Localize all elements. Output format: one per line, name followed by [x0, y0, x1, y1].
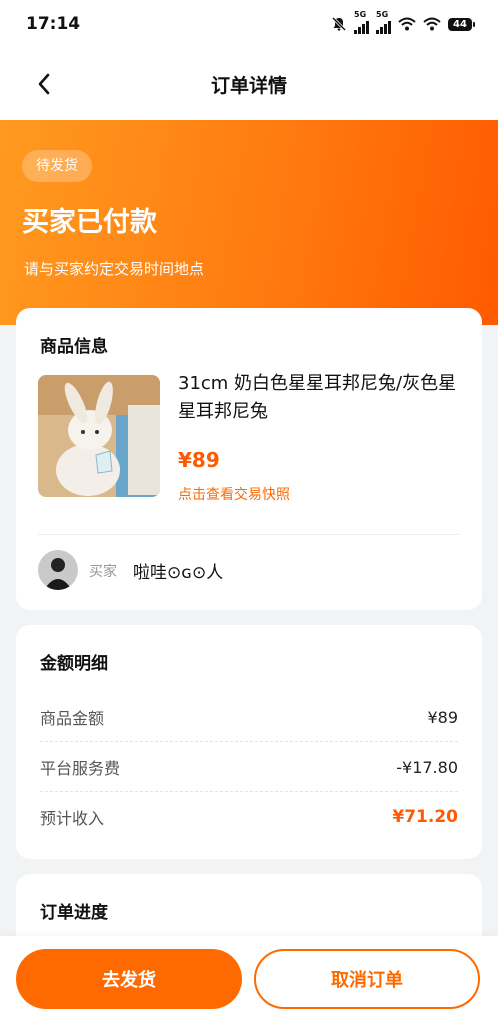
- status-subtitle: 请与买家约定交易时间地点: [24, 260, 205, 278]
- avatar[interactable]: [38, 550, 78, 590]
- amount-detail-card: 金额明细 商品金额 ¥89 平台服务费 -¥17.80 预计收入 ¥71.20: [16, 625, 482, 859]
- row-label: 预计收入: [40, 809, 105, 828]
- signal-icon-2: 5G: [376, 10, 391, 34]
- row-value: -¥17.80: [396, 757, 458, 777]
- card-title-progress: 订单进度: [40, 903, 108, 923]
- divider: [38, 534, 460, 535]
- status-icons: 5G 5G 44: [331, 10, 475, 34]
- amount-row-goods: 商品金额 ¥89: [40, 692, 458, 742]
- nav-bar: 订单详情: [0, 48, 498, 120]
- status-time: 17:14: [26, 14, 81, 34]
- card-title-amount: 金额明细: [40, 654, 108, 674]
- product-image[interactable]: [38, 375, 160, 497]
- status-badge: 待发货: [22, 150, 92, 182]
- chevron-left-icon: [38, 73, 50, 95]
- ship-button[interactable]: 去发货: [16, 949, 242, 1009]
- wifi-icon-2: [423, 17, 441, 31]
- buyer-label: 买家: [89, 564, 117, 580]
- page-title: 订单详情: [210, 74, 287, 97]
- status-title: 买家已付款: [22, 207, 157, 238]
- amount-row-service-fee: 平台服务费 -¥17.80: [40, 742, 458, 792]
- cancel-order-button[interactable]: 取消订单: [254, 949, 480, 1009]
- battery-icon: 44: [448, 17, 475, 31]
- mute-bell-icon: [331, 16, 347, 32]
- product-name[interactable]: 31cm 奶白色星星耳邦尼兔/灰色星星耳邦尼兔: [178, 370, 468, 426]
- signal-icon: 5G: [354, 10, 369, 34]
- row-value: ¥71.20: [392, 807, 458, 827]
- trade-snapshot-link[interactable]: 点击查看交易快照: [178, 484, 290, 504]
- bottom-action-bar: 去发货 取消订单: [0, 936, 498, 1024]
- status-bar: 17:14 5G 5G 44: [0, 0, 498, 48]
- row-label: 商品金额: [40, 709, 105, 728]
- product-info-card: 商品信息 31cm 奶白色星星耳邦尼兔/灰色星星耳邦尼兔 ¥89 点击查看交易快…: [16, 308, 482, 610]
- amount-row-expected-income: 预计收入 ¥71.20: [40, 792, 458, 842]
- order-status-banner: 待发货 买家已付款 请与买家约定交易时间地点: [0, 120, 498, 325]
- card-title-product: 商品信息: [40, 337, 108, 357]
- buyer-name[interactable]: 啦哇⊙ɢ⊙人: [133, 558, 223, 583]
- back-button[interactable]: [30, 70, 58, 98]
- row-value: ¥89: [427, 707, 458, 727]
- buyer-avatar-image: [38, 550, 78, 590]
- bunny-plush-image: [38, 375, 160, 497]
- wifi-icon: [398, 17, 416, 31]
- product-price: ¥89: [178, 448, 220, 472]
- row-label: 平台服务费: [40, 759, 121, 778]
